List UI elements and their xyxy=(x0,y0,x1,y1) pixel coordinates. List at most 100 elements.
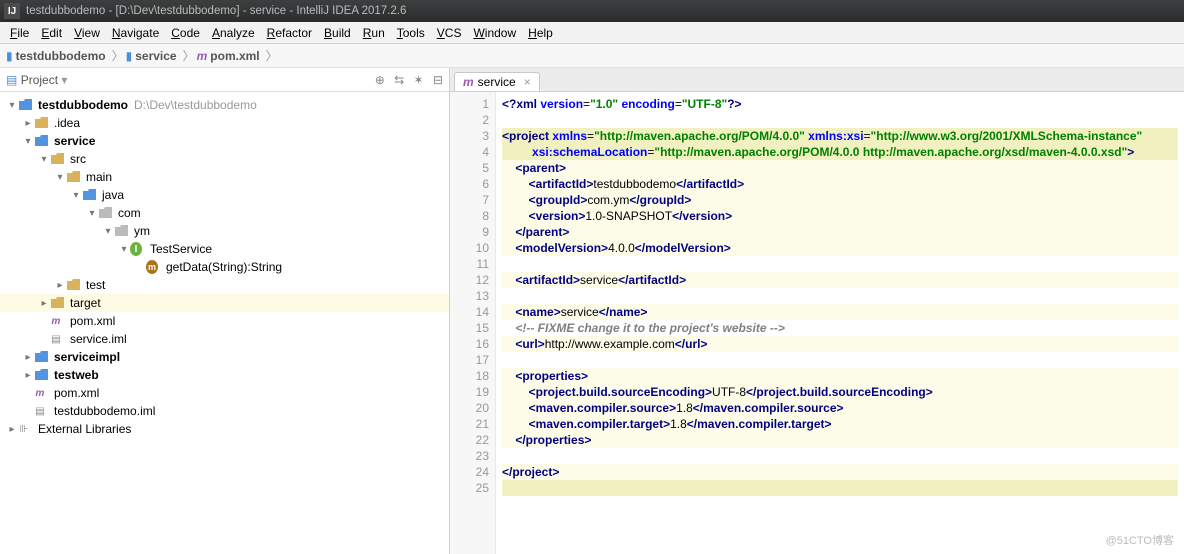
menu-edit[interactable]: Edit xyxy=(35,26,68,40)
code-line[interactable]: <project.build.sourceEncoding>UTF-8</pro… xyxy=(502,384,1178,400)
expand-arrow-icon[interactable]: ▾ xyxy=(70,190,82,201)
expand-arrow-icon[interactable]: ▸ xyxy=(22,118,34,129)
menu-tools[interactable]: Tools xyxy=(391,26,431,40)
tab-service-pom[interactable]: m service × xyxy=(454,72,540,91)
tree-label: com xyxy=(118,206,141,220)
code-line[interactable] xyxy=(502,256,1178,272)
tree-node[interactable]: mpom.xml xyxy=(0,312,449,330)
expand-arrow-icon[interactable]: ▸ xyxy=(22,370,34,381)
tree-node[interactable]: ▾ym xyxy=(0,222,449,240)
hide-icon[interactable]: ⊟ xyxy=(433,73,443,87)
code-line[interactable] xyxy=(502,448,1178,464)
menu-bar: FileEditViewNavigateCodeAnalyzeRefactorB… xyxy=(0,22,1184,44)
tree-node[interactable]: ▾ java xyxy=(0,186,449,204)
code-line[interactable]: <project xmlns="http://maven.apache.org/… xyxy=(502,128,1178,144)
code-editor[interactable]: 1234567891011121314151617181920212223242… xyxy=(450,92,1184,554)
code-line[interactable]: <parent> xyxy=(502,160,1178,176)
breadcrumb-item[interactable]: ▮service xyxy=(126,49,177,63)
close-icon[interactable]: × xyxy=(524,75,531,89)
tree-node[interactable]: ▸ .idea xyxy=(0,114,449,132)
code-line[interactable]: </properties> xyxy=(502,432,1178,448)
menu-analyze[interactable]: Analyze xyxy=(206,26,261,40)
menu-build[interactable]: Build xyxy=(318,26,357,40)
menu-run[interactable]: Run xyxy=(357,26,391,40)
pkg-icon xyxy=(114,224,130,238)
code-line[interactable]: <?xml version="1.0" encoding="UTF-8"?> xyxy=(502,96,1178,112)
code-line[interactable] xyxy=(502,112,1178,128)
intf-icon: I xyxy=(130,242,146,256)
project-tree[interactable]: ▾testdubbodemoD:\Dev\testdubbodemo ▸ .idea… xyxy=(0,92,449,554)
code-line[interactable]: <properties> xyxy=(502,368,1178,384)
code-line[interactable]: </project> xyxy=(502,464,1178,480)
tree-node[interactable]: ▸testweb xyxy=(0,366,449,384)
menu-navigate[interactable]: Navigate xyxy=(106,26,165,40)
tree-label: testdubbodemo.iml xyxy=(54,404,155,418)
tree-node[interactable]: ▾ com xyxy=(0,204,449,222)
expand-arrow-icon[interactable]: ▾ xyxy=(102,226,114,237)
expand-arrow-icon[interactable]: ▸ xyxy=(6,424,18,435)
expand-arrow-icon[interactable]: ▾ xyxy=(22,136,34,147)
menu-file[interactable]: File xyxy=(4,26,35,40)
code-line[interactable]: <!-- FIXME change it to the project's we… xyxy=(502,320,1178,336)
expand-arrow-icon[interactable]: ▾ xyxy=(38,154,50,165)
tree-label: java xyxy=(102,188,124,202)
line-number: 5 xyxy=(450,160,489,176)
code-line[interactable] xyxy=(502,480,1178,496)
tree-node[interactable]: ▸target xyxy=(0,294,449,312)
code-line[interactable]: <artifactId>testdubbodemo</artifactId> xyxy=(502,176,1178,192)
code-line[interactable]: <groupId>com.ym</groupId> xyxy=(502,192,1178,208)
tab-label: service xyxy=(478,75,516,89)
line-number: 15 xyxy=(450,320,489,336)
tree-node[interactable]: mgetData(String):String xyxy=(0,258,449,276)
tree-node[interactable]: ▾ITestService xyxy=(0,240,449,258)
tree-node[interactable]: ▤testdubbodemo.iml xyxy=(0,402,449,420)
menu-vcs[interactable]: VCS xyxy=(431,26,468,40)
breadcrumb-item[interactable]: mpom.xml xyxy=(197,49,260,63)
code-line[interactable] xyxy=(502,352,1178,368)
expand-arrow-icon[interactable]: ▾ xyxy=(86,208,98,219)
expand-arrow-icon[interactable]: ▸ xyxy=(22,352,34,363)
menu-view[interactable]: View xyxy=(68,26,106,40)
line-number: 3 xyxy=(450,128,489,144)
tree-node[interactable]: ▾main xyxy=(0,168,449,186)
tree-node[interactable]: ▾testdubbodemoD:\Dev\testdubbodemo xyxy=(0,96,449,114)
tree-node[interactable]: ▾src xyxy=(0,150,449,168)
expand-arrow-icon[interactable]: ▾ xyxy=(54,172,66,183)
line-number: 8 xyxy=(450,208,489,224)
tree-label: .idea xyxy=(54,116,80,130)
code-line[interactable]: <maven.compiler.source>1.8</maven.compil… xyxy=(502,400,1178,416)
code-line[interactable]: <version>1.0-SNAPSHOT</version> xyxy=(502,208,1178,224)
tree-node[interactable]: ▤service.iml xyxy=(0,330,449,348)
code-line[interactable]: <name>service</name> xyxy=(502,304,1178,320)
tree-node[interactable]: ▸⊪External Libraries xyxy=(0,420,449,438)
sidebar-header: ▤ Project ▾ ⊕ ⇆ ✶ ⊟ xyxy=(0,68,449,92)
code-line[interactable]: <modelVersion>4.0.0</modelVersion> xyxy=(502,240,1178,256)
settings-icon[interactable]: ✶ xyxy=(414,73,424,87)
code-lines[interactable]: <?xml version="1.0" encoding="UTF-8"?> <… xyxy=(496,92,1184,554)
code-line[interactable]: <url>http://www.example.com</url> xyxy=(502,336,1178,352)
collapse-icon[interactable]: ⊕ xyxy=(375,73,385,87)
menu-refactor[interactable]: Refactor xyxy=(261,26,318,40)
line-number: 18 xyxy=(450,368,489,384)
code-line[interactable]: xsi:schemaLocation="http://maven.apache.… xyxy=(502,144,1178,160)
code-line[interactable]: </parent> xyxy=(502,224,1178,240)
menu-code[interactable]: Code xyxy=(165,26,206,40)
code-line[interactable]: <artifactId>service</artifactId> xyxy=(502,272,1178,288)
expand-arrow-icon[interactable]: ▸ xyxy=(54,280,66,291)
expand-arrow-icon[interactable]: ▸ xyxy=(38,298,50,309)
tree-node[interactable]: mpom.xml xyxy=(0,384,449,402)
tree-node[interactable]: ▸test xyxy=(0,276,449,294)
breadcrumb-item[interactable]: ▮testdubbodemo xyxy=(6,49,106,63)
tree-node[interactable]: ▸serviceimpl xyxy=(0,348,449,366)
expand-arrow-icon[interactable]: ▾ xyxy=(118,244,130,255)
menu-help[interactable]: Help xyxy=(522,26,559,40)
line-number: 10 xyxy=(450,240,489,256)
menu-window[interactable]: Window xyxy=(467,26,522,40)
tree-label: pom.xml xyxy=(70,314,115,328)
project-tool-icon[interactable]: ▤ xyxy=(6,73,17,87)
tool-icon[interactable]: ⇆ xyxy=(394,73,404,87)
expand-arrow-icon[interactable]: ▾ xyxy=(6,100,18,111)
tree-node[interactable]: ▾service xyxy=(0,132,449,150)
code-line[interactable] xyxy=(502,288,1178,304)
code-line[interactable]: <maven.compiler.target>1.8</maven.compil… xyxy=(502,416,1178,432)
